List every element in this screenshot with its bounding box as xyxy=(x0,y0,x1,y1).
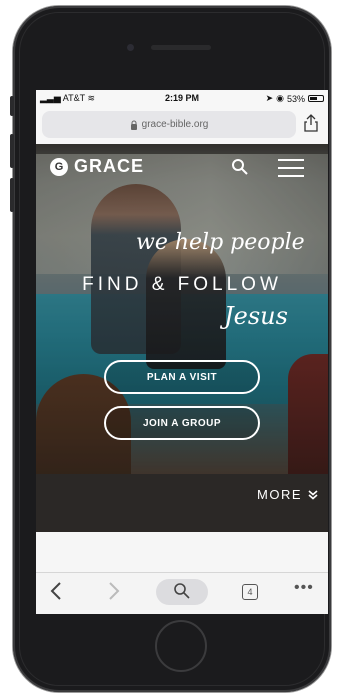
mute-switch xyxy=(10,96,14,116)
url-text: grace-bible.org xyxy=(141,119,209,130)
earpiece-speaker xyxy=(151,45,211,50)
search-icon[interactable] xyxy=(231,158,249,176)
front-camera xyxy=(127,44,134,51)
phone-screen: ▂▃▅ AT&T ≋ 2:19 PM ➤ ◉ 53% grace-bible.o… xyxy=(36,90,328,614)
site-logo[interactable]: G GRACE xyxy=(50,156,144,177)
more-label: MORE xyxy=(257,487,302,502)
lock-icon xyxy=(130,120,137,130)
page-content-preview xyxy=(36,532,328,572)
status-bar: ▂▃▅ AT&T ≋ 2:19 PM ➤ ◉ 53% xyxy=(36,90,328,106)
logo-badge: G xyxy=(50,157,68,176)
join-a-group-button[interactable]: JOIN A GROUP xyxy=(104,406,260,440)
location-icon: ➤ xyxy=(265,93,274,103)
tabs-icon[interactable]: 4 xyxy=(242,584,258,600)
hamburger-menu-icon[interactable] xyxy=(278,157,304,179)
plan-a-visit-button[interactable]: PLAN A VISIT xyxy=(104,360,260,394)
tagline-jesus: Jesus xyxy=(224,302,288,330)
hero-banner: G GRACE we help people FIND & FOLLOW Jes… xyxy=(36,144,328,474)
battery-icon xyxy=(308,95,324,102)
volume-down-button xyxy=(10,178,14,212)
browser-toolbar: 4 ••• xyxy=(36,572,328,614)
url-field[interactable]: grace-bible.org xyxy=(42,111,296,138)
forward-chevron-icon[interactable] xyxy=(108,581,120,601)
more-button[interactable]: MORE xyxy=(257,487,318,502)
logo-text: GRACE xyxy=(74,156,145,176)
alarm-icon: ◉ xyxy=(276,93,284,103)
tagline-main: FIND & FOLLOW xyxy=(82,274,282,295)
share-icon[interactable] xyxy=(304,114,318,132)
back-chevron-icon[interactable] xyxy=(50,581,62,601)
address-bar: grace-bible.org xyxy=(36,106,328,144)
tagline-script: we help people xyxy=(136,230,305,255)
more-section: MORE xyxy=(36,474,328,532)
volume-up-button xyxy=(10,134,14,168)
magnifier-icon xyxy=(174,583,190,599)
home-button[interactable] xyxy=(155,620,207,672)
battery-percent: 53% xyxy=(286,93,305,104)
status-right: ➤ ◉ 53% xyxy=(266,93,324,104)
double-chevron-down-icon xyxy=(308,489,318,500)
ellipsis-icon[interactable]: ••• xyxy=(294,579,314,597)
